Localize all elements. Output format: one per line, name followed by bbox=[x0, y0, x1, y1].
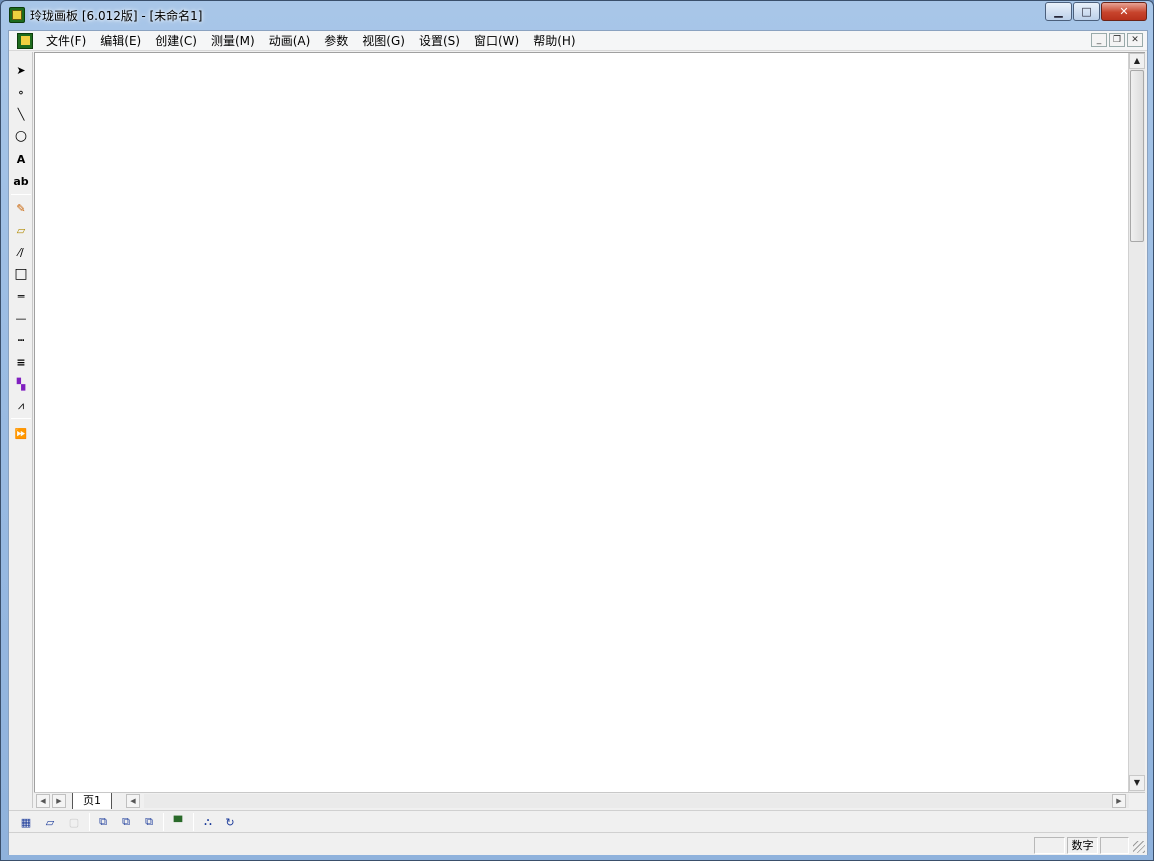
label-tool-icon[interactable]: ab bbox=[11, 171, 31, 191]
window-title: 玲珑画板 [6.012版] - [未命名1] bbox=[30, 9, 203, 23]
menu-bar: 文件(F) 编辑(E) 创建(C) 测量(M) 动画(A) 参数 视图(G) 设… bbox=[9, 31, 1147, 51]
rectangle-tool-icon[interactable]: □ bbox=[11, 264, 31, 284]
menu-animation[interactable]: 动画(A) bbox=[262, 31, 318, 51]
cube-front-icon[interactable]: ⧉ bbox=[94, 814, 112, 830]
oblique-grid-icon[interactable]: ▱ bbox=[41, 814, 59, 830]
board-icon[interactable]: ▀ bbox=[169, 814, 187, 830]
vertical-scrollbar[interactable]: ▲ ▼ bbox=[1128, 53, 1145, 793]
window-minimize-button[interactable]: ▁ bbox=[1045, 2, 1072, 21]
page-tab[interactable]: 页1 bbox=[72, 793, 112, 809]
menu-file[interactable]: 文件(F) bbox=[39, 31, 93, 51]
hscroll-right-button[interactable]: ▶ bbox=[1112, 794, 1126, 808]
rotate-icon[interactable]: ↻ bbox=[221, 814, 239, 830]
eraser-tool-icon[interactable]: ▱ bbox=[11, 220, 31, 240]
thick-line-icon[interactable]: ═ bbox=[11, 286, 31, 306]
point-tool-icon[interactable]: ∘ bbox=[11, 82, 31, 102]
menu-view[interactable]: 视图(G) bbox=[355, 31, 412, 51]
axes-3d-icon[interactable]: ⛬ bbox=[199, 814, 217, 830]
menu-window[interactable]: 窗口(W) bbox=[467, 31, 526, 51]
grid-icon[interactable]: ▦ bbox=[17, 814, 35, 830]
toolbox-divider bbox=[11, 418, 31, 419]
status-pane-empty bbox=[1100, 837, 1129, 854]
scroll-down-button[interactable]: ▼ bbox=[1129, 775, 1145, 791]
cube-side-icon[interactable]: ⧉ bbox=[117, 814, 135, 830]
window-maximize-button[interactable]: □ bbox=[1073, 2, 1100, 21]
doc-close-button[interactable]: ✕ bbox=[1127, 33, 1143, 47]
select-arrow-icon[interactable]: ➤ bbox=[11, 60, 31, 80]
scroll-up-button[interactable]: ▲ bbox=[1129, 53, 1145, 69]
hscroll-left-button[interactable]: ◀ bbox=[126, 794, 140, 808]
circle-tool-icon[interactable]: ○ bbox=[11, 126, 31, 146]
menu-edit[interactable]: 编辑(E) bbox=[93, 31, 148, 51]
title-bar[interactable]: 玲珑画板 [6.012版] - [未命名1] ▁ □ ✕ bbox=[1, 1, 1153, 29]
toolbar-separator bbox=[193, 813, 194, 831]
cube-top-icon[interactable]: ⧉ bbox=[140, 814, 158, 830]
bottom-toolbar: ▦ ▱ ▢ ⧉ ⧉ ⧉ ▀ ⛬ ↻ bbox=[9, 810, 1147, 833]
scroll-thumb[interactable] bbox=[1130, 70, 1144, 242]
menu-measure[interactable]: 测量(M) bbox=[204, 31, 262, 51]
color-palette-icon[interactable]: ▚ bbox=[11, 374, 31, 394]
app-logo-icon[interactable] bbox=[9, 7, 25, 23]
menu-parameters[interactable]: 参数 bbox=[317, 31, 355, 51]
line-tool-icon[interactable]: ╲ bbox=[11, 104, 31, 124]
menu-help[interactable]: 帮助(H) bbox=[526, 31, 582, 51]
fast-forward-icon[interactable]: ⏩ bbox=[11, 424, 31, 444]
window-close-button[interactable]: ✕ bbox=[1101, 2, 1147, 21]
function-graph-icon[interactable]: ⩘ bbox=[11, 396, 31, 416]
text-tool-icon[interactable]: A bbox=[11, 149, 31, 169]
toolbox-divider bbox=[11, 194, 31, 195]
polar-grid-icon[interactable]: ▢ bbox=[65, 814, 83, 830]
toolbar-separator bbox=[89, 813, 90, 831]
drawing-canvas[interactable] bbox=[34, 52, 1145, 792]
prev-page-icon[interactable]: ◀ bbox=[36, 794, 50, 808]
pencil-tool-icon[interactable]: ✎ bbox=[11, 198, 31, 218]
polyline-tool-icon[interactable]: ⁄∕ bbox=[11, 242, 31, 262]
menu-settings[interactable]: 设置(S) bbox=[412, 31, 467, 51]
doc-restore-button[interactable]: ❐ bbox=[1109, 33, 1125, 47]
resize-grip-icon[interactable] bbox=[1133, 841, 1145, 853]
page-tab-bar: ◀ ▶ 页1 ◀ ▶ bbox=[34, 792, 1145, 809]
horizontal-scrollbar[interactable] bbox=[144, 794, 1129, 808]
drawing-toolbox: ➤ ∘ ╲ ○ A ab ✎ ▱ ⁄∕ □ ═ — ┅ ≡ ▚ ⩘ ⏩ bbox=[9, 52, 33, 808]
toolbar-separator bbox=[163, 813, 164, 831]
document-icon[interactable] bbox=[17, 32, 33, 49]
multi-line-icon[interactable]: ≡ bbox=[11, 352, 31, 372]
status-pane-empty bbox=[1034, 837, 1065, 854]
menu-create[interactable]: 创建(C) bbox=[148, 31, 204, 51]
thin-line-icon[interactable]: — bbox=[11, 308, 31, 328]
next-page-icon[interactable]: ▶ bbox=[52, 794, 66, 808]
app-window: 玲珑画板 [6.012版] - [未命名1] ▁ □ ✕ 文件(F) 编辑(E)… bbox=[0, 0, 1154, 861]
client-area: 文件(F) 编辑(E) 创建(C) 测量(M) 动画(A) 参数 视图(G) 设… bbox=[8, 30, 1148, 855]
doc-minimize-button[interactable]: _ bbox=[1091, 33, 1107, 47]
dotted-line-icon[interactable]: ┅ bbox=[11, 330, 31, 350]
num-lock-indicator: 数字 bbox=[1067, 837, 1098, 854]
status-bar: 数字 bbox=[9, 834, 1147, 855]
